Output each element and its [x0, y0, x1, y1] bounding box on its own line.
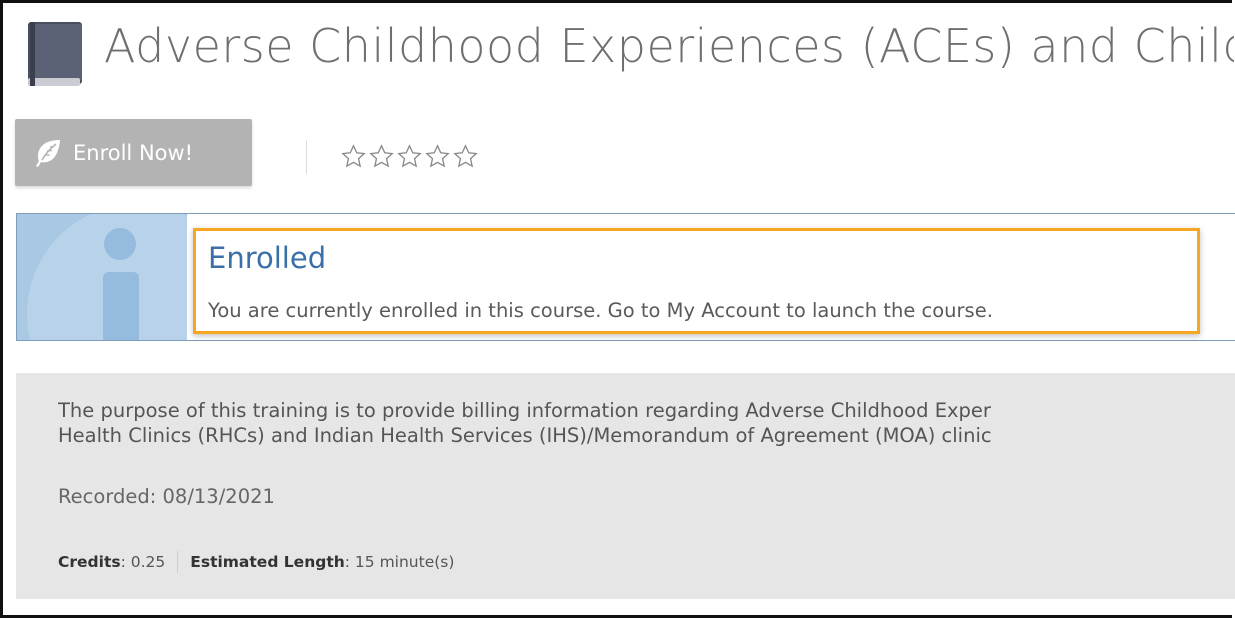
info-icon: [17, 214, 187, 340]
recorded-date: Recorded: 08/13/2021: [58, 485, 275, 508]
credits-value: : 0.25: [120, 553, 166, 571]
enroll-now-button[interactable]: Enroll Now!: [15, 119, 252, 186]
description-line: The purpose of this training is to provi…: [58, 399, 991, 422]
book-icon: [28, 22, 82, 86]
enroll-now-label: Enroll Now!: [73, 140, 194, 165]
notice-message: You are currently enrolled in this cours…: [208, 299, 993, 322]
star-icon[interactable]: [340, 143, 367, 170]
credits-label: Credits: [58, 553, 121, 571]
star-icon[interactable]: [424, 143, 451, 170]
toolbar-divider: [306, 140, 307, 174]
star-icon[interactable]: [452, 143, 479, 170]
length-value: : 15 minute(s): [344, 553, 455, 571]
star-rating[interactable]: [340, 143, 479, 170]
notice-heading: Enrolled: [208, 241, 327, 275]
enrolled-message-box: Enrolled You are currently enrolled in t…: [193, 228, 1200, 334]
length-label: Estimated Length: [190, 553, 345, 571]
description-line: Health Clinics (RHCs) and Indian Health …: [58, 424, 992, 447]
star-icon[interactable]: [368, 143, 395, 170]
course-description-panel: The purpose of this training is to provi…: [16, 373, 1235, 599]
course-meta: Credits : 0.25 Estimated Length : 15 min…: [58, 551, 454, 573]
course-description: The purpose of this training is to provi…: [58, 398, 1228, 448]
meta-divider: [177, 551, 179, 573]
leaf-icon: [36, 139, 60, 167]
page-title: Adverse Childhood Experiences (ACEs) and…: [104, 19, 1234, 73]
star-icon[interactable]: [396, 143, 423, 170]
